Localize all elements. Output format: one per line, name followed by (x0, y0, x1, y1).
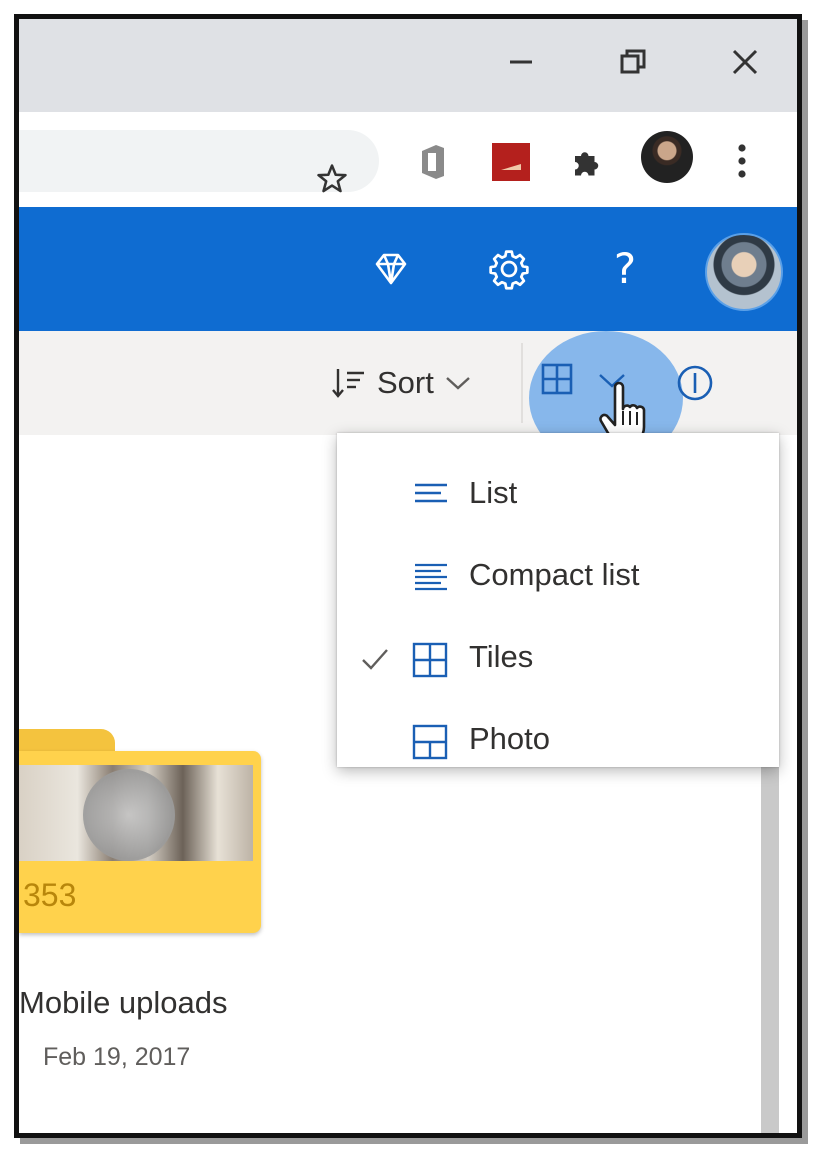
puzzle-extensions-icon[interactable] (565, 140, 609, 184)
browser-profile-avatar[interactable] (641, 131, 693, 183)
red-extension-icon[interactable] (489, 140, 533, 184)
list-icon (411, 477, 451, 518)
chevron-down-icon (446, 377, 470, 390)
star-icon[interactable] (315, 162, 349, 201)
help-label: ? (613, 244, 637, 293)
menu-item-compact-list[interactable]: Compact list (337, 537, 779, 617)
browser-titlebar (19, 19, 797, 112)
tiles-grid-icon[interactable] (539, 361, 575, 402)
menu-item-label: Tiles (469, 639, 534, 674)
gear-icon[interactable] (485, 245, 533, 293)
sort-label: Sort (377, 365, 434, 400)
photo-icon (411, 723, 449, 766)
menu-item-label: Compact list (469, 557, 640, 592)
checkmark-icon (359, 643, 391, 680)
screenshot-frame: ? Sort 353 Mobile uploads Feb 19, 2017 L… (14, 14, 802, 1138)
compact-list-icon (411, 559, 451, 600)
command-separator (521, 343, 523, 423)
user-avatar[interactable] (705, 233, 783, 311)
tiles-icon (411, 641, 449, 684)
close-icon[interactable] (715, 37, 775, 87)
folder-name[interactable]: Mobile uploads (19, 985, 279, 1021)
menu-item-tiles[interactable]: Tiles (337, 619, 779, 699)
command-bar: Sort (19, 331, 797, 465)
info-icon[interactable] (675, 363, 715, 408)
menu-item-list[interactable]: List (337, 455, 779, 535)
office-extension-icon[interactable] (411, 140, 455, 184)
folder-date: Feb 19, 2017 (43, 1043, 191, 1071)
folder-body: 353 (19, 751, 261, 933)
folder-count: 353 (23, 877, 77, 913)
kebab-menu-icon[interactable] (737, 143, 747, 184)
address-bar[interactable] (19, 130, 379, 193)
sort-icon (332, 369, 364, 398)
menu-item-photo[interactable]: Photo (337, 701, 779, 781)
folder-thumbnail (19, 765, 253, 861)
view-menu: List Compact list Tiles Photo (337, 433, 779, 767)
thumbnail-overlay (83, 769, 175, 861)
menu-item-label: List (469, 475, 518, 510)
help-icon[interactable]: ? (601, 245, 649, 293)
sort-button[interactable]: Sort (331, 363, 472, 403)
restore-icon[interactable] (603, 37, 663, 87)
minimize-icon[interactable] (491, 37, 551, 87)
menu-item-label: Photo (469, 721, 551, 756)
diamond-icon[interactable] (367, 245, 415, 293)
folder-tile[interactable]: 353 (19, 729, 265, 933)
app-header: ? (19, 207, 797, 331)
